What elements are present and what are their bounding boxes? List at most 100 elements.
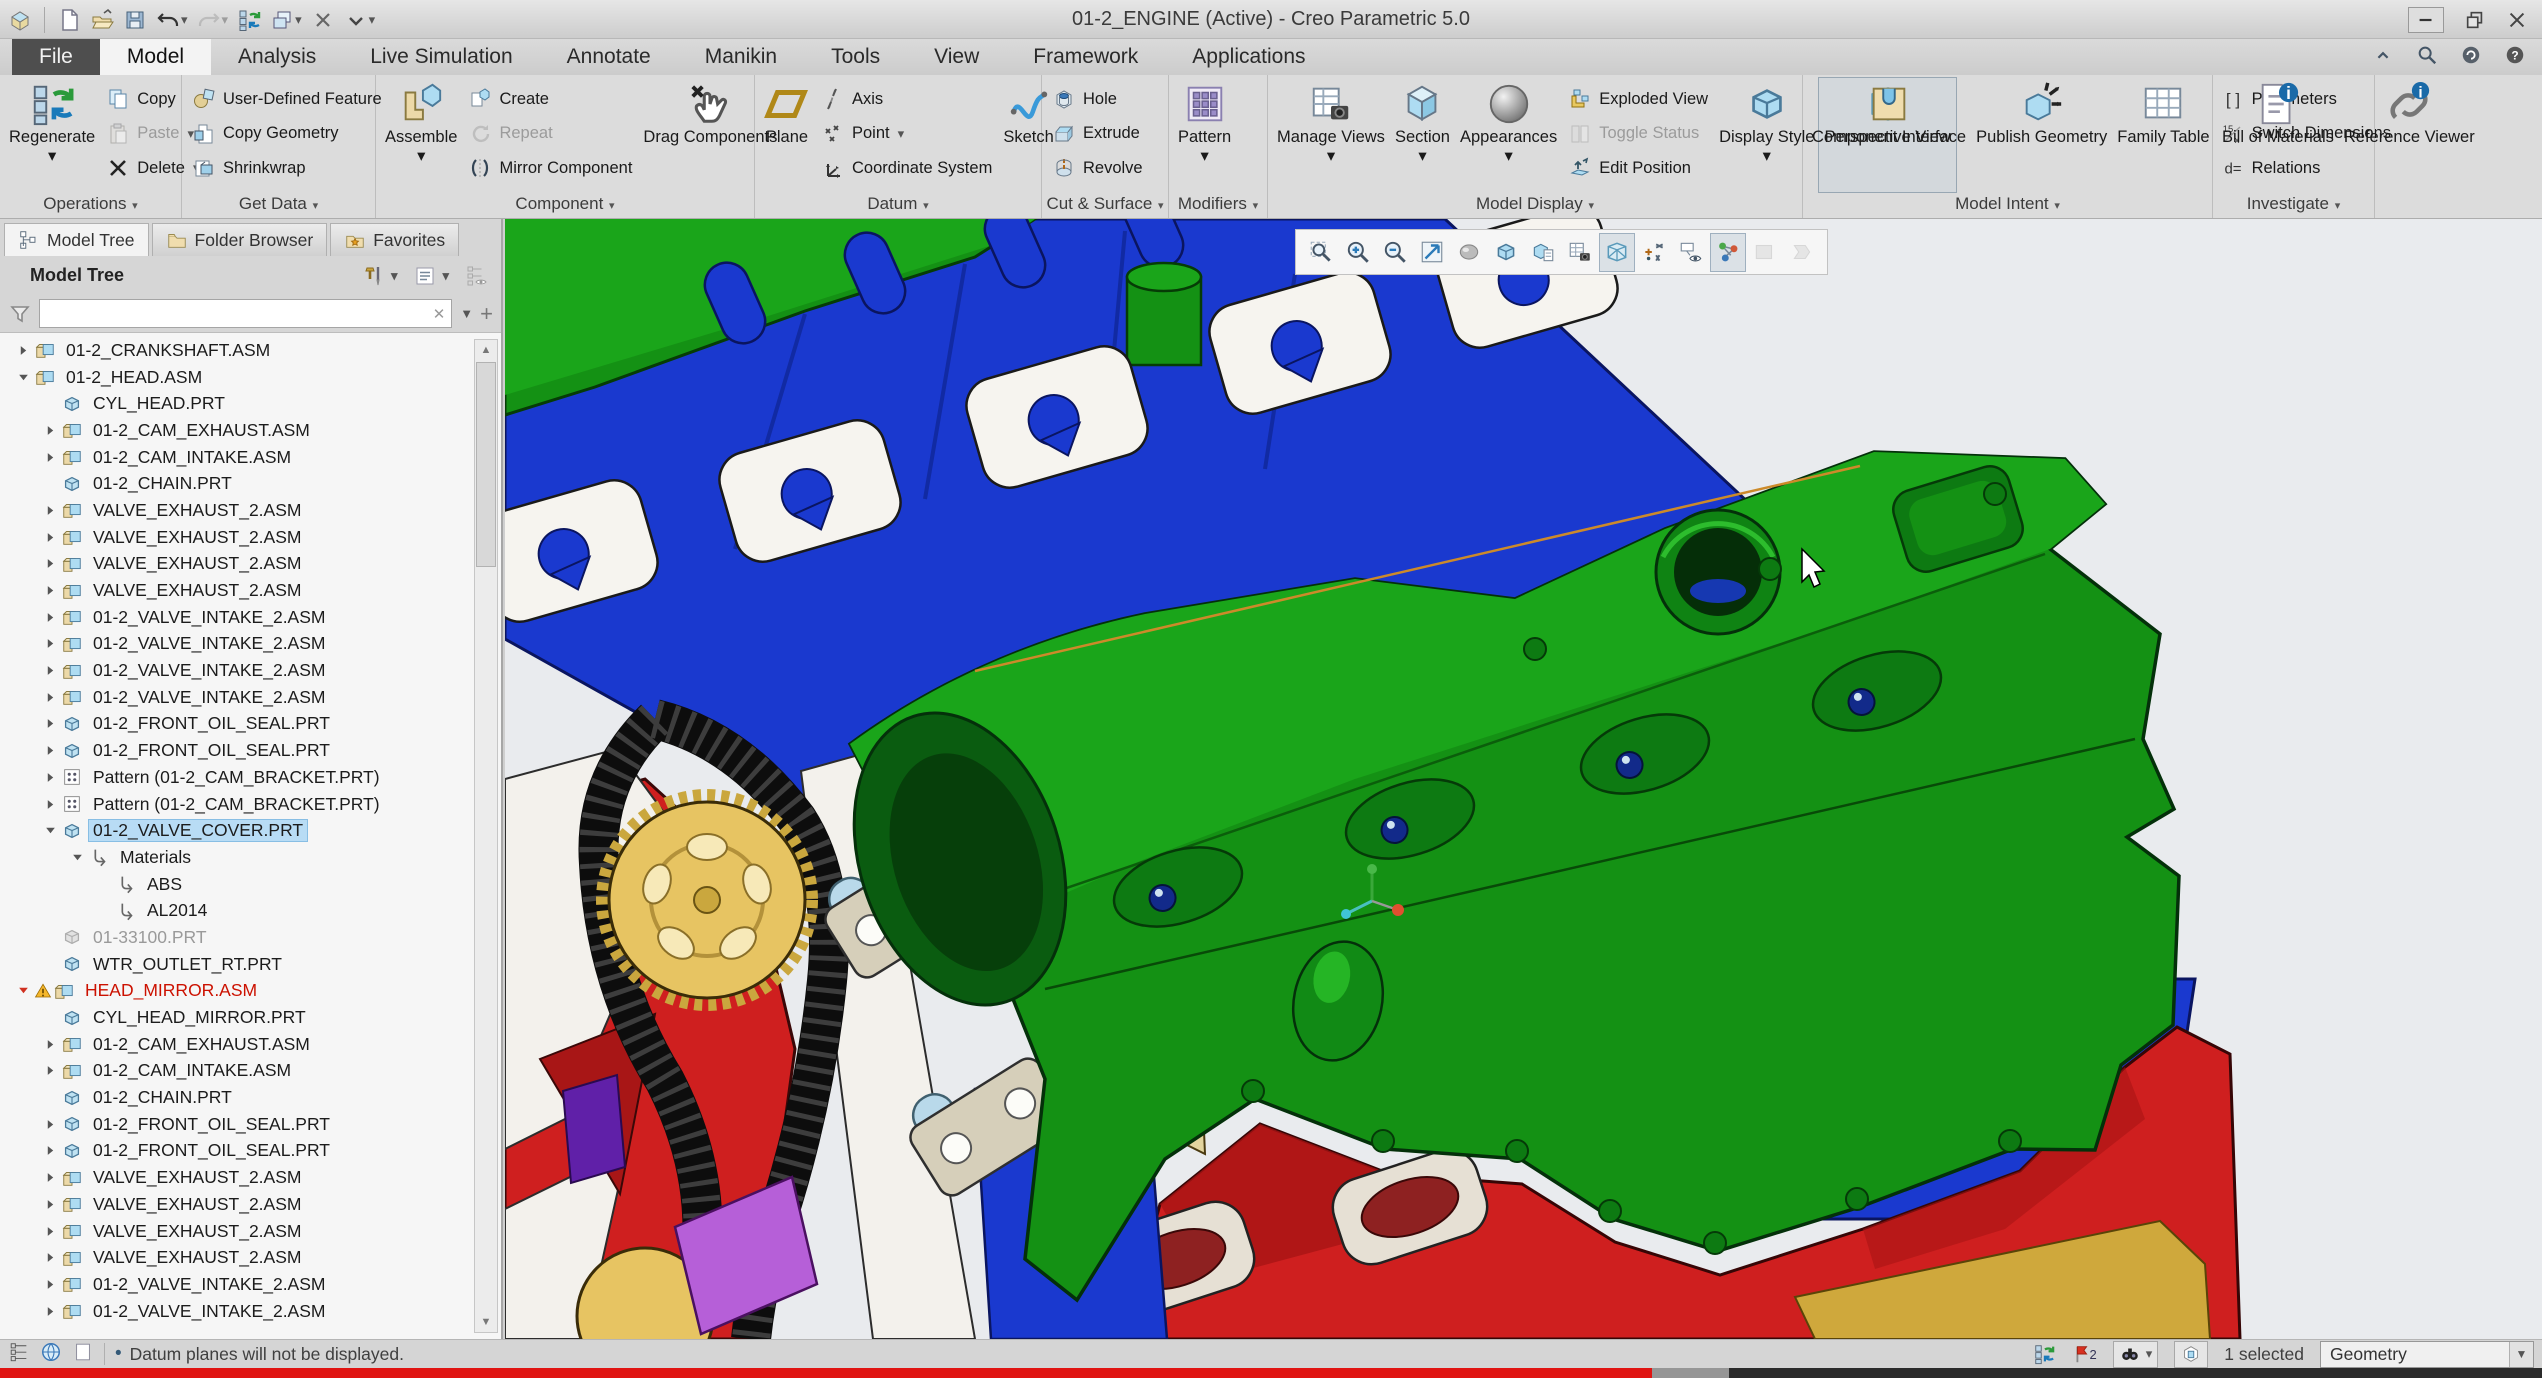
tree-scrollbar[interactable]: ▲ ▼ bbox=[474, 339, 498, 1333]
group-label[interactable]: Get Data ▾ bbox=[182, 192, 375, 218]
group-label[interactable]: Model Intent ▾ bbox=[1803, 192, 2212, 218]
collapse-ribbon-button[interactable] bbox=[2372, 44, 2394, 71]
tab-tools[interactable]: Tools bbox=[804, 39, 907, 75]
expand-down-icon[interactable] bbox=[12, 371, 34, 384]
tree-item-abs[interactable]: ABS bbox=[0, 871, 501, 898]
group-label[interactable]: Modifiers ▾ bbox=[1169, 192, 1267, 218]
panel-tab-favorites[interactable]: Favorites bbox=[330, 223, 459, 256]
tree-item-01-2-valve-intake-2-asm[interactable]: 01-2_VALVE_INTAKE_2.ASM bbox=[0, 1271, 501, 1298]
expand-right-icon[interactable] bbox=[39, 771, 61, 784]
search-button[interactable] bbox=[2416, 44, 2438, 71]
expand-right-icon[interactable] bbox=[39, 744, 61, 757]
group-label[interactable]: Datum ▾ bbox=[755, 192, 1041, 218]
expand-right-icon[interactable] bbox=[39, 664, 61, 677]
navigator-toggle-button[interactable] bbox=[72, 1341, 94, 1368]
tab-analysis[interactable]: Analysis bbox=[211, 39, 343, 75]
spin-center-button[interactable] bbox=[1711, 234, 1745, 271]
tree-item-head-mirror-asm[interactable]: HEAD_MIRROR.ASM bbox=[0, 978, 501, 1005]
saved-views-button[interactable] bbox=[1526, 234, 1560, 271]
expand-right-icon[interactable] bbox=[39, 798, 61, 811]
tree-item-01-2-crankshaft-asm[interactable]: 01-2_CRANKSHAFT.ASM bbox=[0, 337, 501, 364]
group-label[interactable]: Cut & Surface ▾ bbox=[1042, 192, 1168, 218]
tree-item-01-2-cam-intake-asm[interactable]: 01-2_CAM_INTAKE.ASM bbox=[0, 1058, 501, 1085]
tree-item-01-2-front-oil-seal-prt[interactable]: 01-2_FRONT_OIL_SEAL.PRT bbox=[0, 1111, 501, 1138]
previous-view-button[interactable] bbox=[1748, 234, 1782, 271]
scroll-down-icon[interactable]: ▼ bbox=[475, 1312, 497, 1332]
customize-button[interactable]: ▾ bbox=[344, 8, 376, 32]
group-label[interactable]: Investigate ▾ bbox=[2213, 192, 2374, 218]
revolve-button[interactable]: Revolve bbox=[1048, 152, 1147, 184]
selection-filter-select[interactable]: Geometry ▼ bbox=[2320, 1341, 2534, 1368]
shading-button[interactable] bbox=[1452, 234, 1486, 271]
manage-views-button[interactable]: Manage Views▾ bbox=[1272, 78, 1390, 192]
bill-of-materials-button[interactable]: iBill of Materials bbox=[2217, 78, 2339, 192]
publish-geometry-button[interactable]: Publish Geometry bbox=[1971, 78, 2112, 192]
regenerate-status-icon[interactable] bbox=[2033, 1343, 2055, 1365]
tree-item-pattern-01-2-cam-bracket-prt[interactable]: Pattern (01-2_CAM_BRACKET.PRT) bbox=[0, 791, 501, 818]
expand-right-icon[interactable] bbox=[39, 504, 61, 517]
exploded-view-button[interactable]: Exploded View bbox=[1564, 83, 1712, 115]
new-button[interactable] bbox=[57, 8, 81, 32]
tree-item-valve-exhaust-2-asm[interactable]: VALVE_EXHAUST_2.ASM bbox=[0, 551, 501, 578]
expand-right-icon[interactable] bbox=[12, 344, 34, 357]
copy-geometry-button[interactable]: Copy Geometry bbox=[188, 118, 386, 150]
tree-item-01-33100-prt[interactable]: 01-33100.PRT bbox=[0, 924, 501, 951]
create-button[interactable]: Create bbox=[464, 83, 636, 115]
expand-right-icon[interactable] bbox=[39, 424, 61, 437]
tree-item-valve-exhaust-2-asm[interactable]: VALVE_EXHAUST_2.ASM bbox=[0, 497, 501, 524]
scroll-up-icon[interactable]: ▲ bbox=[475, 340, 497, 360]
expand-right-icon[interactable] bbox=[39, 1278, 61, 1291]
tree-item-valve-exhaust-2-asm[interactable]: VALVE_EXHAUST_2.ASM bbox=[0, 1191, 501, 1218]
tree-item-materials[interactable]: Materials bbox=[0, 844, 501, 871]
regen-small-button[interactable] bbox=[237, 8, 261, 32]
datum-display-filters-button[interactable] bbox=[1637, 234, 1671, 271]
find-button[interactable]: ▾ bbox=[2113, 1341, 2159, 1368]
tab-file[interactable]: File bbox=[12, 39, 100, 75]
tab-applications[interactable]: Applications bbox=[1165, 39, 1332, 75]
expand-down-icon[interactable] bbox=[39, 824, 61, 837]
tree-item-al2014[interactable]: AL2014 bbox=[0, 897, 501, 924]
tree-item-01-2-front-oil-seal-prt[interactable]: 01-2_FRONT_OIL_SEAL.PRT bbox=[0, 711, 501, 738]
windows-button[interactable]: ▾ bbox=[270, 8, 302, 32]
extrude-button[interactable]: Extrude bbox=[1048, 118, 1147, 150]
tab-framework[interactable]: Framework bbox=[1006, 39, 1165, 75]
expand-right-icon[interactable] bbox=[39, 691, 61, 704]
engine-3d-model[interactable] bbox=[505, 219, 2542, 1339]
web-browser-toggle-button[interactable] bbox=[40, 1341, 62, 1368]
restore-button[interactable] bbox=[2464, 9, 2486, 31]
expand-right-icon[interactable] bbox=[39, 531, 61, 544]
tree-item-valve-exhaust-2-asm[interactable]: VALVE_EXHAUST_2.ASM bbox=[0, 1244, 501, 1271]
select-dropdown-icon[interactable]: ▼ bbox=[2509, 1342, 2533, 1367]
tree-item-wtr-outlet-rt-prt[interactable]: WTR_OUTLET_RT.PRT bbox=[0, 951, 501, 978]
axis-button[interactable]: Axis bbox=[817, 83, 996, 115]
scroll-thumb[interactable] bbox=[476, 362, 496, 567]
tree-settings-button[interactable]: ▾ bbox=[362, 264, 398, 288]
filter-dropdown-icon[interactable]: ▼ bbox=[460, 306, 473, 321]
tree-item-01-2-front-oil-seal-prt[interactable]: 01-2_FRONT_OIL_SEAL.PRT bbox=[0, 737, 501, 764]
tree-item-01-2-front-oil-seal-prt[interactable]: 01-2_FRONT_OIL_SEAL.PRT bbox=[0, 1138, 501, 1165]
view-manager-button[interactable] bbox=[1563, 234, 1597, 271]
tree-item-01-2-valve-intake-2-asm[interactable]: 01-2_VALVE_INTAKE_2.ASM bbox=[0, 684, 501, 711]
tab-manikin[interactable]: Manikin bbox=[678, 39, 804, 75]
tree-item-valve-exhaust-2-asm[interactable]: VALVE_EXHAUST_2.ASM bbox=[0, 524, 501, 551]
tree-item-cyl-head-prt[interactable]: CYL_HEAD.PRT bbox=[0, 390, 501, 417]
zoom-out-button[interactable] bbox=[1378, 234, 1412, 271]
graphics-area[interactable] bbox=[505, 219, 2542, 1339]
tab-view[interactable]: View bbox=[907, 39, 1006, 75]
expand-down-icon[interactable] bbox=[66, 851, 88, 864]
tree-item-01-2-valve-intake-2-asm[interactable]: 01-2_VALVE_INTAKE_2.ASM bbox=[0, 631, 501, 658]
mirror-component-button[interactable]: Mirror Component bbox=[464, 152, 636, 184]
group-label[interactable]: Component ▾ bbox=[376, 192, 754, 218]
expand-right-icon[interactable] bbox=[39, 611, 61, 624]
tree-item-pattern-01-2-cam-bracket-prt[interactable]: Pattern (01-2_CAM_BRACKET.PRT) bbox=[0, 764, 501, 791]
expand-right-icon[interactable] bbox=[39, 1305, 61, 1318]
tree-search-input[interactable] bbox=[39, 299, 452, 328]
oil-filler-neck[interactable] bbox=[1127, 263, 1201, 365]
close-x-button[interactable] bbox=[311, 8, 335, 32]
tree-columns-button[interactable]: ▾ bbox=[413, 264, 449, 288]
perspective-button[interactable] bbox=[1600, 234, 1634, 271]
tree-item-01-2-valve-intake-2-asm[interactable]: 01-2_VALVE_INTAKE_2.ASM bbox=[0, 657, 501, 684]
tree-item-valve-exhaust-2-asm[interactable]: VALVE_EXHAUST_2.ASM bbox=[0, 1164, 501, 1191]
toggle-status-button[interactable]: Toggle Status bbox=[1564, 118, 1712, 150]
tab-model[interactable]: Model bbox=[100, 39, 211, 75]
